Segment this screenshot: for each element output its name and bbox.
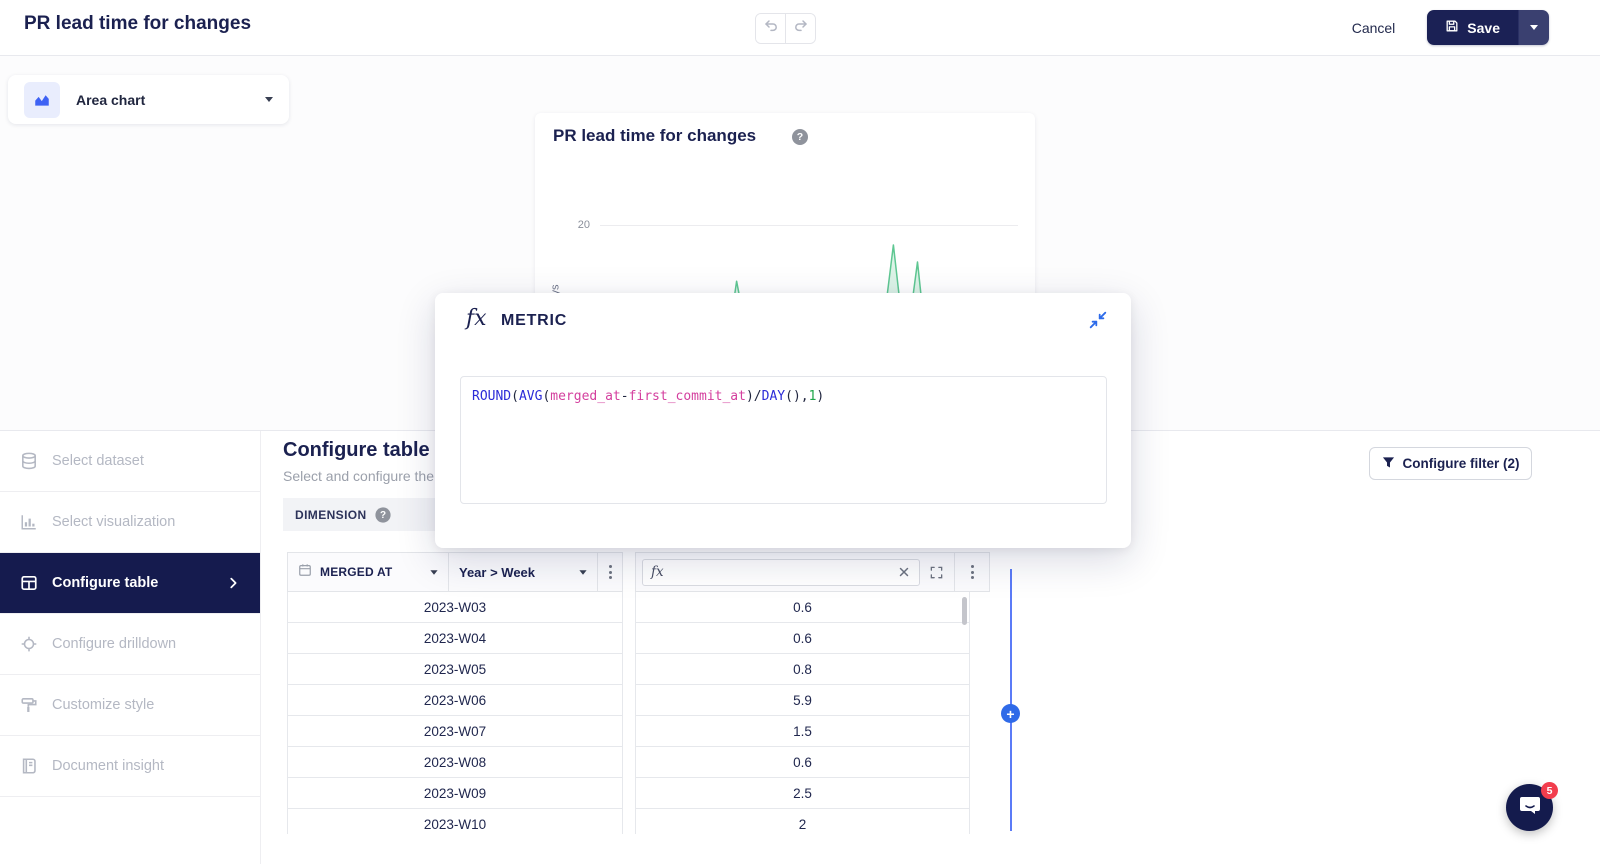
add-column-button[interactable]: + — [1001, 704, 1020, 723]
chevron-down-icon — [265, 97, 273, 102]
kebab-menu-icon — [609, 565, 612, 579]
table-row-week[interactable]: 2023-W05 — [288, 654, 622, 685]
kebab-menu-icon — [971, 565, 974, 579]
chevron-down-icon — [430, 570, 437, 575]
chevron-right-icon — [226, 576, 240, 590]
table-row-value[interactable]: 0.8 — [636, 654, 969, 685]
table-icon — [20, 574, 38, 592]
metric-column-header: fx — [635, 552, 990, 592]
section-subheading: Select and configure the fie — [283, 468, 453, 484]
sidebar-item-select-visualization[interactable]: Select visualization — [0, 492, 260, 553]
table-row-value[interactable]: 0.6 — [636, 623, 969, 654]
save-button-label: Save — [1467, 20, 1500, 36]
table-row-week[interactable]: 2023-W03 — [288, 592, 622, 623]
chevron-down-icon — [579, 570, 586, 575]
save-icon — [1445, 19, 1459, 36]
metric-formula-field[interactable]: fx — [642, 559, 920, 586]
metric-modal-title: METRIC — [501, 312, 567, 330]
paint-roller-icon — [20, 696, 38, 714]
chat-unread-badge: 5 — [1541, 782, 1558, 799]
expand-icon[interactable] — [929, 565, 944, 580]
collapse-icon[interactable] — [1089, 311, 1107, 329]
week-column-header: MERGED AT Year > Week — [287, 552, 623, 592]
add-column-guide-line — [1010, 569, 1012, 831]
table-row-week[interactable]: 2023-W09 — [288, 778, 622, 809]
sidebar-item-configure-drilldown[interactable]: Configure drilldown — [0, 614, 260, 675]
undo-button[interactable] — [756, 14, 785, 43]
week-column-menu-button[interactable] — [598, 565, 622, 579]
table-row-value[interactable]: 5.9 — [636, 685, 969, 716]
help-icon[interactable]: ? — [792, 129, 808, 145]
save-dropdown-button[interactable] — [1518, 10, 1549, 45]
configure-filter-button[interactable]: Configure filter (2) — [1369, 447, 1532, 480]
chart-type-selector[interactable]: Area chart — [8, 75, 289, 124]
week-column-rows: 2023-W032023-W042023-W052023-W062023-W07… — [287, 592, 623, 834]
sidebar-item-customize-style[interactable]: Customize style — [0, 675, 260, 736]
merged-at-label: MERGED AT — [320, 565, 392, 579]
help-icon[interactable]: ? — [375, 507, 390, 522]
area-chart-icon — [24, 82, 60, 118]
top-bar: PR lead time for changes Cancel Save — [0, 0, 1600, 56]
bar-chart-icon — [20, 513, 38, 531]
table-row-week[interactable]: 2023-W07 — [288, 716, 622, 747]
configure-filter-label: Configure filter (2) — [1403, 456, 1520, 471]
sidebar-item-configure-table[interactable]: Configure table — [0, 553, 260, 614]
metric-column-menu-button[interactable] — [955, 565, 989, 579]
section-heading: Configure table — [283, 439, 430, 462]
metric-column-rows: 0.60.60.85.91.50.62.52 — [635, 592, 970, 834]
close-icon[interactable] — [897, 565, 911, 579]
table-row-week[interactable]: 2023-W04 — [288, 623, 622, 654]
chevron-down-icon — [1530, 25, 1538, 30]
merged-at-header-cell[interactable]: MERGED AT — [288, 553, 449, 591]
table-row-value[interactable]: 2 — [636, 809, 969, 834]
table-row-value[interactable]: 2.5 — [636, 778, 969, 809]
cancel-button[interactable]: Cancel — [1346, 19, 1402, 37]
fx-icon: fx — [466, 306, 487, 331]
table-row-value[interactable]: 0.6 — [636, 747, 969, 778]
y-tick-20: 20 — [566, 219, 590, 231]
undo-icon — [763, 18, 779, 39]
sidebar-item-document-insight[interactable]: Document insight — [0, 736, 260, 797]
sidebar-item-select-dataset[interactable]: Select dataset — [0, 431, 260, 492]
save-split-button: Save — [1427, 10, 1549, 45]
table-row-week[interactable]: 2023-W10 — [288, 809, 622, 834]
fx-icon: fx — [651, 564, 664, 580]
calendar-icon — [298, 563, 312, 582]
page-title: PR lead time for changes — [24, 13, 251, 35]
formula-editor[interactable]: ROUND(AVG(merged_at-first_commit_at)/DAY… — [460, 376, 1107, 504]
database-icon — [20, 452, 38, 470]
table-row-week[interactable]: 2023-W08 — [288, 747, 622, 778]
chart-type-label: Area chart — [76, 92, 145, 108]
chart-title: PR lead time for changes — [553, 126, 756, 146]
chat-icon — [1518, 793, 1542, 822]
metric-modal: fx METRIC ROUND(AVG(merged_at-first_comm… — [435, 293, 1131, 548]
book-icon — [20, 757, 38, 775]
table-row-week[interactable]: 2023-W06 — [288, 685, 622, 716]
formula-text: ROUND(AVG(merged_at-first_commit_at)/DAY… — [472, 389, 824, 404]
undo-redo-group — [755, 13, 816, 44]
dimension-label: DIMENSION — [295, 508, 367, 522]
redo-button[interactable] — [785, 14, 815, 43]
granularity-value: Year > Week — [459, 565, 535, 580]
table-scrollbar-thumb[interactable] — [962, 597, 967, 625]
table-row-value[interactable]: 0.6 — [636, 592, 969, 623]
filter-icon — [1382, 456, 1395, 472]
redo-icon — [793, 18, 809, 39]
granularity-dropdown[interactable]: Year > Week — [449, 553, 598, 591]
sidebar: Select datasetSelect visualizationConfig… — [0, 431, 261, 864]
save-button[interactable]: Save — [1427, 10, 1518, 45]
crosshair-icon — [20, 635, 38, 653]
configure-table: MERGED AT Year > Week 2023-W032023-W0420… — [287, 552, 1010, 834]
table-row-value[interactable]: 1.5 — [636, 716, 969, 747]
